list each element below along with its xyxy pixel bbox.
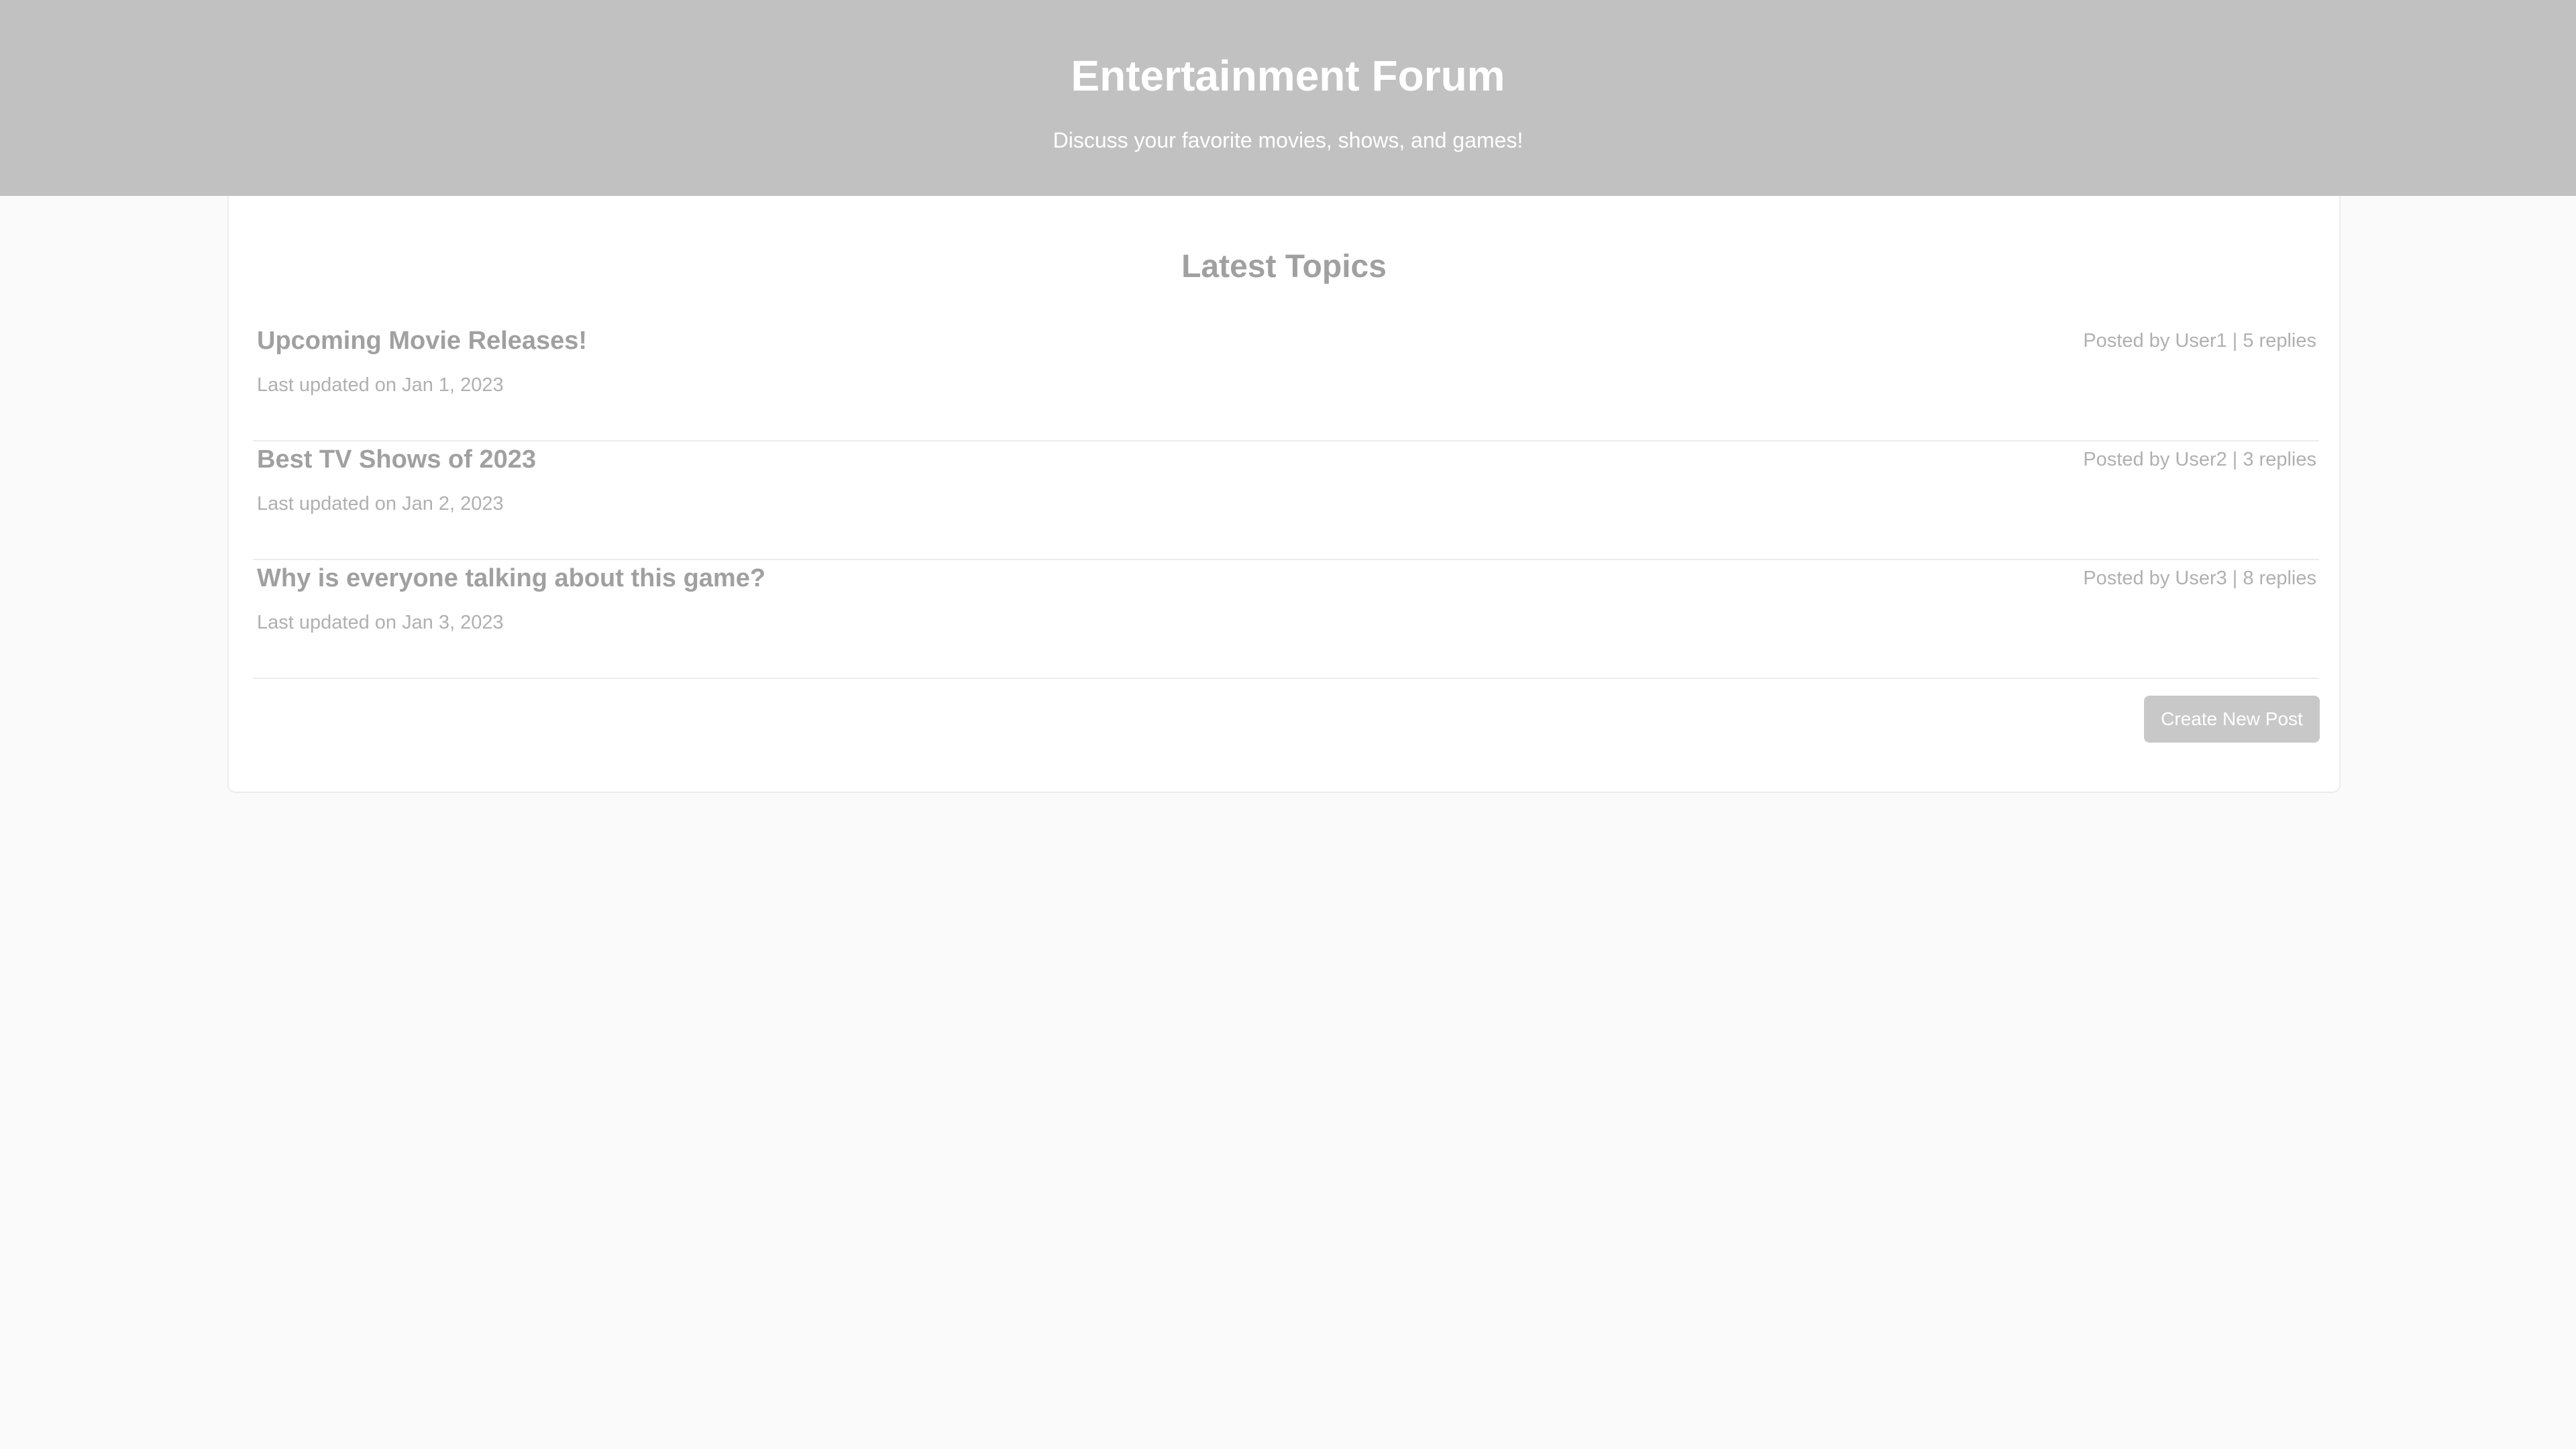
topics-panel: Latest Topics Upcoming Movie Releases! P… <box>227 196 2341 793</box>
topic-updated: Last updated on Jan 1, 2023 <box>257 374 504 396</box>
latest-topics-heading: Latest Topics <box>1181 249 1387 284</box>
topic-item: Upcoming Movie Releases! Posted by User1… <box>253 323 2319 441</box>
topic-title-link[interactable]: Why is everyone talking about this game? <box>257 561 765 596</box>
topic-updated: Last updated on Jan 3, 2023 <box>257 612 504 633</box>
site-subtitle: Discuss your favorite movies, shows, and… <box>1053 128 1523 152</box>
site-title: Entertainment Forum <box>1071 52 1505 100</box>
topic-item: Why is everyone talking about this game?… <box>253 561 2319 679</box>
topic-title-link[interactable]: Best TV Shows of 2023 <box>257 442 536 477</box>
topic-meta: Posted by User3 | 8 replies <box>2083 568 2316 589</box>
create-new-post-button[interactable]: Create New Post <box>2144 696 2320 743</box>
topic-meta: Posted by User1 | 5 replies <box>2083 330 2316 352</box>
topic-meta: Posted by User2 | 3 replies <box>2083 449 2316 470</box>
topic-item: Best TV Shows of 2023 Posted by User2 | … <box>253 442 2319 560</box>
topic-updated: Last updated on Jan 2, 2023 <box>257 493 504 515</box>
topic-title-link[interactable]: Upcoming Movie Releases! <box>257 323 587 358</box>
site-header: Entertainment Forum Discuss your favorit… <box>0 0 2576 196</box>
